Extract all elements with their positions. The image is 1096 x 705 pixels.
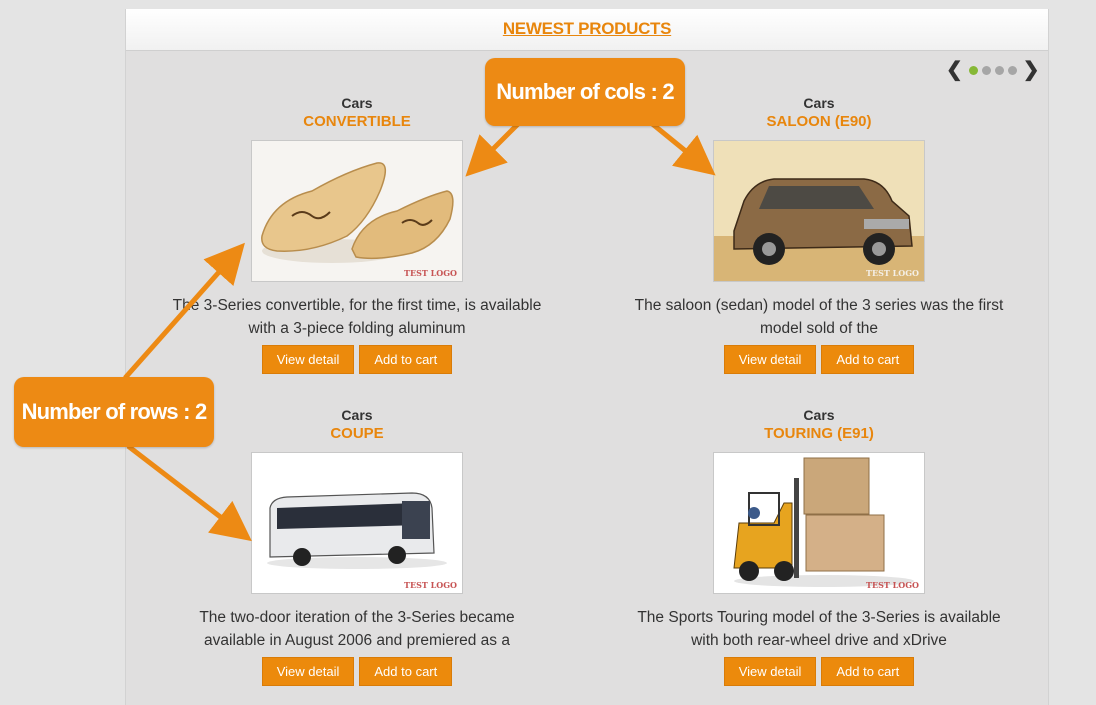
arrow-to-row1 [123,242,245,380]
arrow-to-col1 [465,120,522,177]
arrow-to-row2 [126,444,252,542]
cols-callout: Number of cols : 2 [485,58,685,126]
arrow-to-col2 [648,120,716,176]
rows-callout: Number of rows : 2 [14,377,214,447]
